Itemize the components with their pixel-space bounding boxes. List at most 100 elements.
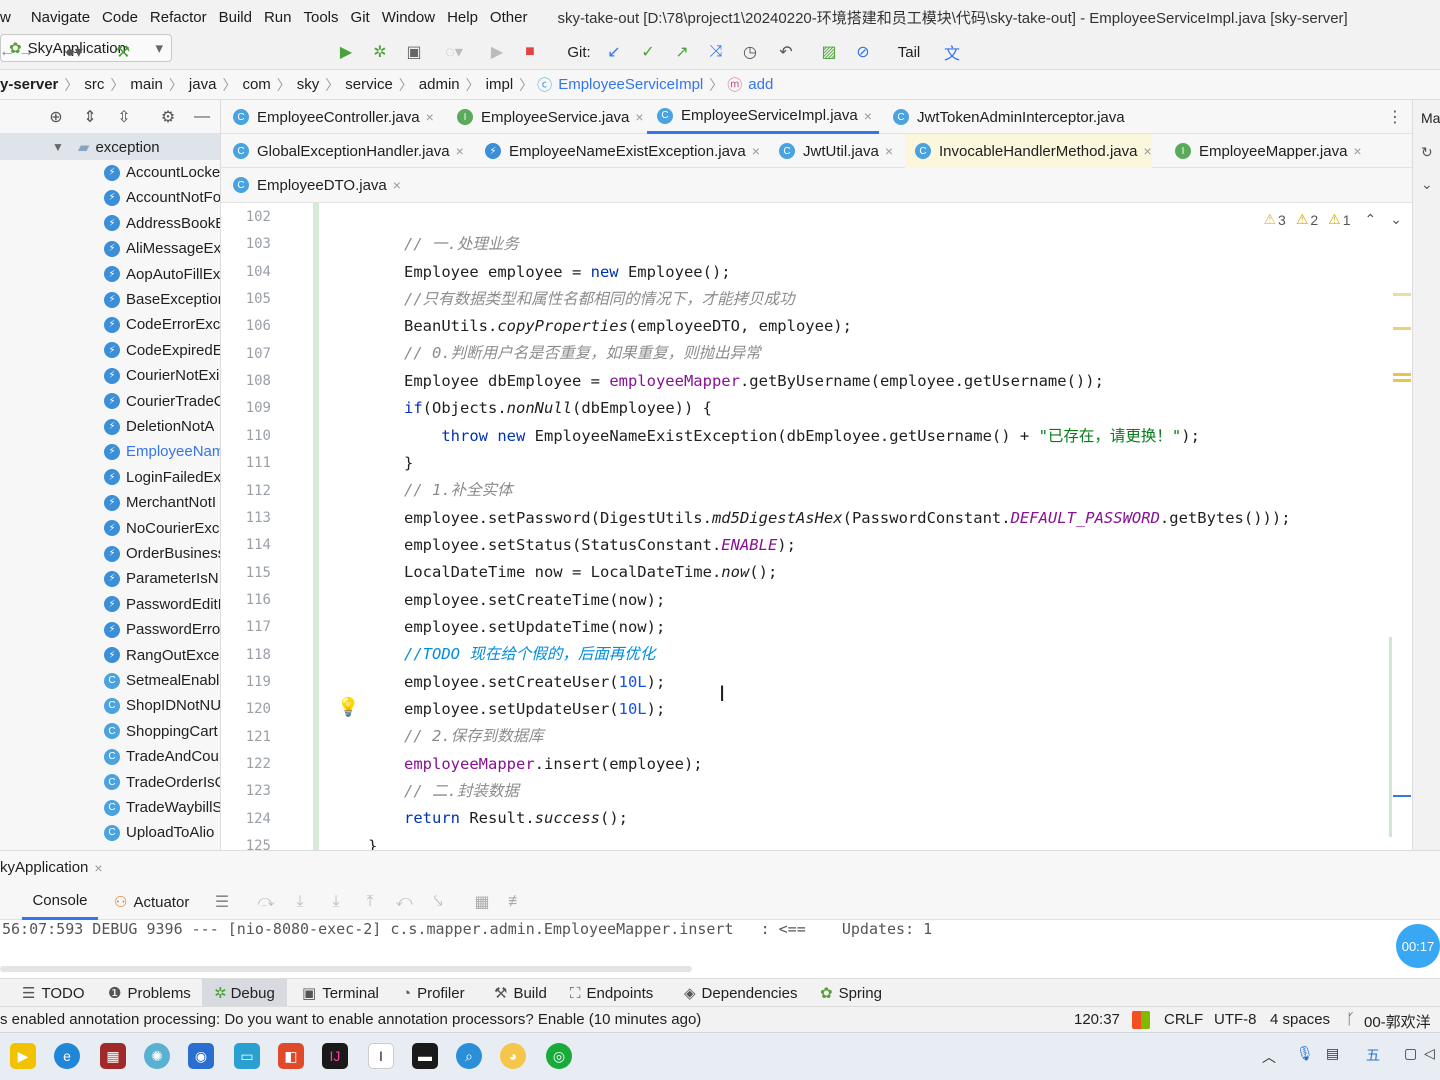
office-app-icon[interactable]: ◧: [278, 1043, 304, 1069]
tree-item[interactable]: ⚡ AliMessageEx: [0, 236, 220, 261]
crumb-main[interactable]: main: [124, 76, 169, 93]
menu-git[interactable]: Git: [351, 9, 378, 26]
tree-folder-exception[interactable]: ▼ ▰ exception: [0, 134, 220, 160]
close-icon[interactable]: ×: [1353, 143, 1361, 159]
back-arrow-icon[interactable]: ←: [0, 40, 15, 64]
git-history-icon[interactable]: ◷: [740, 40, 760, 64]
tree-item[interactable]: ⚡ CourierNotExi: [0, 363, 220, 388]
close-icon[interactable]: ×: [885, 143, 893, 159]
refresh-icon[interactable]: ↻: [1421, 144, 1433, 161]
crumb-module[interactable]: y-server: [0, 76, 64, 93]
tree-item[interactable]: ⚡ AccountLocke: [0, 160, 220, 185]
close-icon[interactable]: ×: [635, 109, 643, 125]
tree-item[interactable]: ⚡ NoCourierExc: [0, 516, 220, 541]
tree-item[interactable]: ⚡ AopAutoFillEx: [0, 262, 220, 287]
previous-highlight-icon[interactable]: ⌃: [1365, 211, 1377, 228]
intellij-icon[interactable]: IJ: [322, 1043, 348, 1069]
tool-profiler[interactable]: ◔ Profiler: [402, 982, 465, 1004]
tool-problems[interactable]: ❶ Problems: [108, 982, 191, 1004]
line-separator[interactable]: CRLF: [1164, 1011, 1203, 1028]
step-out-icon[interactable]: ⤒: [360, 890, 380, 914]
tab-invocable-handler-method[interactable]: C InvocableHandlerMethod.java ×: [905, 134, 1152, 168]
monitor-icon[interactable]: ▨: [818, 40, 840, 64]
microphone-icon[interactable]: 🎙: [1296, 1045, 1314, 1062]
tool-endpoints[interactable]: ⛶ Endpoints: [570, 982, 653, 1004]
tool-dependencies[interactable]: ◈ Dependencies: [684, 982, 797, 1004]
debug-icon[interactable]: ✲: [370, 40, 390, 64]
translate-icon[interactable]: 文: [940, 40, 964, 64]
tree-item[interactable]: ⚡ BaseException: [0, 287, 220, 312]
tree-item[interactable]: ⚡ CourierTradeC: [0, 389, 220, 414]
git-commit-icon[interactable]: ✓: [638, 40, 658, 64]
git-branch[interactable]: 00-郭欢洋: [1364, 1011, 1431, 1032]
chevron-down-icon[interactable]: ⌄: [1421, 176, 1433, 193]
tool-debug[interactable]: ✲ Debug: [202, 979, 287, 1007]
crumb-java[interactable]: java: [183, 76, 223, 93]
inspection-widget[interactable]: ⚠ 3 ⚠ 2 ⚠ 1 ⌃ ⌄: [1263, 211, 1402, 228]
menu-window[interactable]: Window: [382, 9, 443, 26]
step-into-icon[interactable]: ⤓: [290, 890, 310, 914]
file-encoding[interactable]: UTF-8: [1214, 1011, 1257, 1028]
tool-todo[interactable]: ☰ TODO: [22, 982, 85, 1004]
crumb-src[interactable]: src: [78, 76, 110, 93]
crumb-impl[interactable]: impl: [480, 76, 520, 93]
more-tabs-icon[interactable]: ⋮: [1385, 105, 1405, 129]
console-output[interactable]: 56:07:593 DEBUG 9396 --- [nio-8080-exec-…: [0, 920, 1440, 978]
edge-browser-icon[interactable]: e: [54, 1043, 80, 1069]
tree-item[interactable]: C TradeAndCou: [0, 744, 220, 769]
search-app-icon[interactable]: ⌕: [456, 1043, 482, 1069]
user-account-icon[interactable]: ●▾: [56, 40, 92, 64]
coverage-icon[interactable]: ▣: [404, 40, 424, 64]
tree-item[interactable]: C ShoppingCart: [0, 719, 220, 744]
tab-employee-service[interactable]: I EmployeeService.java ×: [447, 100, 644, 134]
tree-item[interactable]: ⚡ CodeErrorExce: [0, 312, 220, 337]
close-icon[interactable]: ×: [864, 108, 872, 124]
tab-employee-service-impl[interactable]: C EmployeeServiceImpl.java ×: [647, 100, 879, 134]
forward-arrow-icon[interactable]: →: [16, 40, 36, 64]
tab-actuator[interactable]: ⚇ Actuator: [114, 884, 189, 920]
expand-all-icon[interactable]: ⇕: [80, 105, 100, 129]
tab-jwt-util[interactable]: C JwtUtil.java ×: [769, 134, 893, 168]
menu-navigate[interactable]: Navigate: [31, 9, 98, 26]
close-icon[interactable]: ×: [456, 143, 464, 159]
run-config-tab[interactable]: kyApplication: [0, 859, 88, 876]
close-icon[interactable]: ×: [94, 860, 102, 876]
screen-app-icon[interactable]: ▭: [234, 1043, 260, 1069]
tree-item[interactable]: ⚡ MerchantNotI: [0, 490, 220, 515]
resume-icon[interactable]: ▶: [488, 40, 506, 64]
hide-panel-icon[interactable]: —: [192, 105, 212, 129]
crumb-com[interactable]: com: [236, 76, 276, 93]
tree-item[interactable]: C ShopIDNotNU: [0, 693, 220, 718]
tree-item[interactable]: ⚡ CodeExpiredE: [0, 338, 220, 363]
tree-item[interactable]: C UploadToAlio: [0, 820, 220, 845]
tab-employee-dto[interactable]: C EmployeeDTO.java ×: [223, 168, 401, 202]
ime-icon[interactable]: 五: [1366, 1045, 1380, 1065]
tree-item[interactable]: ⚡ PasswordError: [0, 617, 220, 642]
code-editor[interactable]: 102 103 104 105 106 107 108 109 110 111 112 113 114 1…: [221, 203, 1412, 850]
tail-button[interactable]: Tail: [894, 40, 924, 64]
tool-terminal[interactable]: ▣ Terminal: [302, 982, 379, 1004]
tree-item[interactable]: ⚡ AddressBookE: [0, 211, 220, 236]
text-app-icon[interactable]: I: [368, 1043, 394, 1069]
duck-app-icon[interactable]: ◕: [500, 1043, 526, 1069]
force-step-into-icon[interactable]: ⤓: [326, 890, 346, 914]
crumb-class[interactable]: EmployeeServiceImpl: [552, 76, 709, 93]
next-highlight-icon[interactable]: ⌄: [1390, 211, 1402, 228]
horizontal-scrollbar[interactable]: [0, 966, 692, 972]
git-merge-icon[interactable]: ⤨: [706, 40, 726, 64]
crumb-sky[interactable]: sky: [291, 76, 326, 93]
player-app-icon[interactable]: ▶: [10, 1043, 36, 1069]
menu-lines-icon[interactable]: ☰: [212, 890, 232, 914]
tool-spring[interactable]: ✿ Spring: [820, 982, 882, 1004]
git-update-icon[interactable]: ↙: [604, 40, 624, 64]
close-icon[interactable]: ×: [393, 177, 401, 193]
green-app-icon[interactable]: ◎: [546, 1043, 572, 1069]
evaluate-icon[interactable]: ▦: [472, 890, 492, 914]
drop-frame-icon[interactable]: ⤺: [394, 890, 414, 914]
tool-build[interactable]: ⚒ Build: [494, 982, 547, 1004]
tree-item[interactable]: ⚡ DeletionNotA: [0, 414, 220, 439]
terminal-app-icon[interactable]: ▬: [412, 1043, 438, 1069]
status-message[interactable]: s enabled annotation processing: Do you …: [0, 1011, 701, 1028]
speaker-icon[interactable]: ◁: [1424, 1045, 1435, 1062]
menu-run[interactable]: Run: [264, 9, 300, 26]
